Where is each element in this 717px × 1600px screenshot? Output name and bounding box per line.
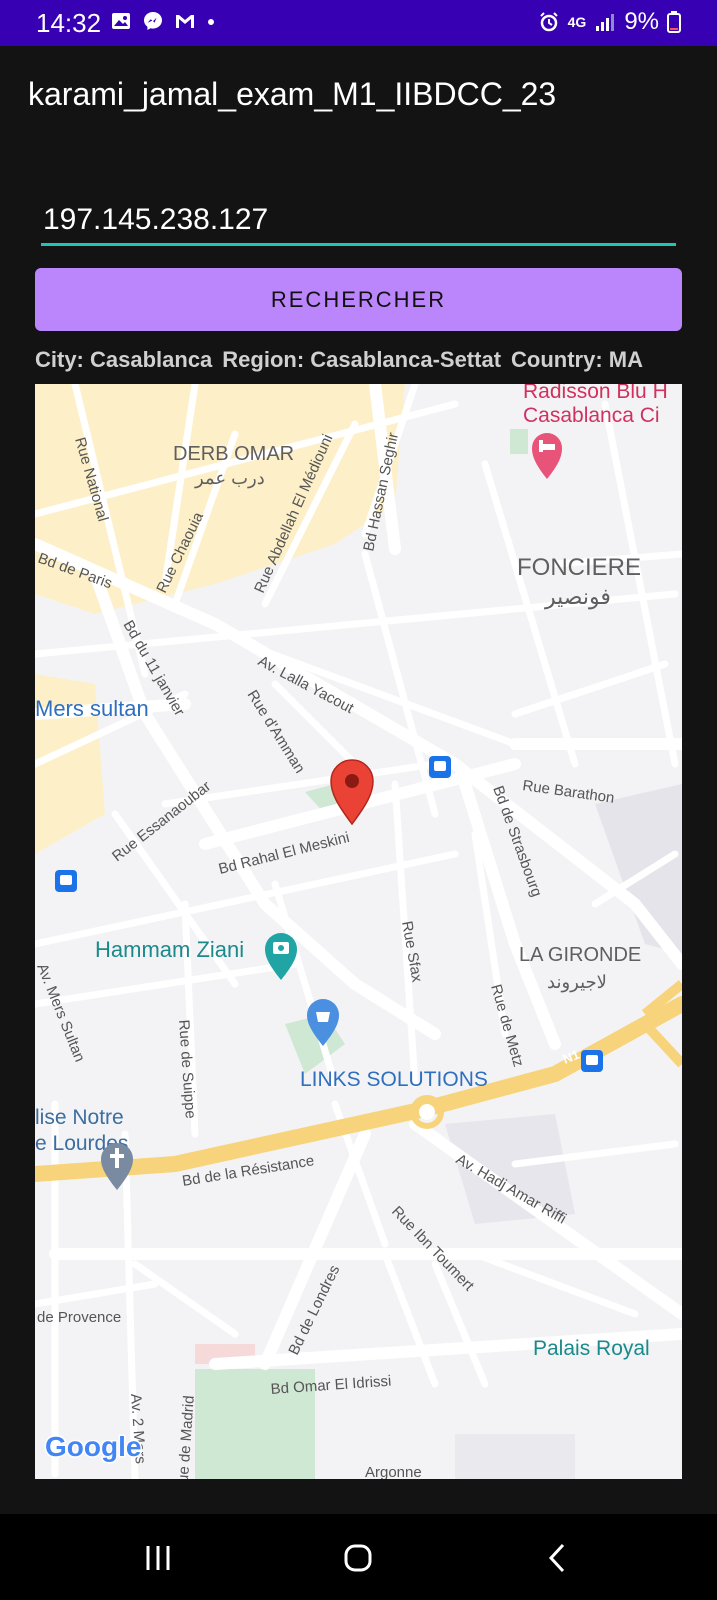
map-label-radisson: Radisson Blu H bbox=[523, 384, 668, 403]
map-label-provence: de Provence bbox=[37, 1309, 121, 1326]
back-icon[interactable] bbox=[536, 1536, 580, 1580]
map-label-rue-suippe: Rue de Suippe bbox=[175, 1019, 199, 1119]
recent-apps-icon[interactable] bbox=[136, 1536, 180, 1580]
status-bar: 14:32 4G 9% bbox=[0, 0, 717, 46]
gmail-icon bbox=[176, 15, 194, 28]
map-label-rue-barathon: Rue Barathon bbox=[521, 777, 615, 807]
map-label-palais: Palais Royal bbox=[533, 1337, 650, 1360]
map-label-argonne: Argonne bbox=[365, 1464, 422, 1479]
battery-percent: 9% bbox=[624, 8, 659, 35]
map-label-hammam: Hammam Ziani bbox=[95, 937, 244, 962]
alarm-icon bbox=[539, 12, 558, 32]
bus-stop-icon[interactable] bbox=[429, 756, 451, 778]
map-label-av-mers-sultan: Av. Mers Sultan bbox=[35, 961, 88, 1064]
gallery-icon bbox=[112, 13, 130, 29]
home-icon[interactable] bbox=[336, 1536, 380, 1580]
navigation-bar bbox=[0, 1514, 717, 1600]
map-label-rue-sfax: Rue Sfax bbox=[398, 920, 426, 984]
dot-icon bbox=[208, 19, 214, 25]
map-label-rue-madrid: Rue de Madrid bbox=[174, 1395, 198, 1479]
map-label-la-gironde: LA GIRONDE bbox=[519, 944, 641, 966]
location-info: City: Casablanca Region: Casablanca-Sett… bbox=[35, 347, 643, 373]
status-time: 14:32 bbox=[36, 8, 102, 38]
map-label-links: LINKS SOLUTIONS bbox=[300, 1068, 488, 1091]
camera-icon[interactable] bbox=[265, 933, 297, 980]
hotel-icon[interactable] bbox=[532, 433, 562, 479]
country-text: Country: MA bbox=[511, 347, 644, 372]
app-title: karami_jamal_exam_M1_IIBDCC_23 bbox=[28, 76, 557, 112]
region-text: Region: Casablanca-Settat bbox=[222, 347, 502, 372]
bus-stop-icon[interactable] bbox=[55, 870, 77, 892]
google-logo: Google bbox=[44, 1430, 143, 1464]
map-label-fonciere-ar: فونصير bbox=[544, 584, 611, 610]
map-label-fonciere: FONCIERE bbox=[517, 554, 641, 581]
network-type: 4G bbox=[567, 14, 587, 30]
bus-stop-icon[interactable] bbox=[581, 1050, 603, 1072]
svg-text:Google: Google bbox=[45, 1431, 141, 1462]
map-label-rue-essanaoubar: Rue Essanaoubar bbox=[109, 778, 214, 865]
system-icons: 4G 9% bbox=[538, 8, 681, 36]
battery-icon bbox=[667, 11, 681, 33]
map-label-mers-sultan: Mers sultan bbox=[35, 696, 149, 721]
map-canvas[interactable]: Rue National Rue Chaouia Rue Abdellah El… bbox=[35, 384, 682, 1479]
map-label-rue-amman: Rue d'Amman bbox=[244, 687, 309, 776]
city-text: City: Casablanca bbox=[35, 347, 213, 372]
map-label-radisson-2: Casablanca Ci bbox=[523, 404, 660, 427]
notification-icons bbox=[110, 10, 216, 32]
map-label-derb-omar-ar: درب عمر bbox=[194, 468, 265, 489]
map-view[interactable]: Rue National Rue Chaouia Rue Abdellah El… bbox=[35, 384, 682, 1479]
messenger-icon bbox=[144, 12, 162, 30]
map-label-la-gironde-ar: لاجيروند bbox=[547, 972, 607, 993]
search-button[interactable]: RECHERCHER bbox=[35, 268, 682, 331]
map-label-derb-omar: DERB OMAR bbox=[173, 443, 294, 465]
map-label-eglise-1: lise Notre bbox=[35, 1106, 124, 1129]
signal-icon bbox=[596, 14, 615, 31]
ip-address-input[interactable] bbox=[41, 196, 676, 246]
map-label-rue-metz: Rue de Metz bbox=[487, 982, 527, 1068]
